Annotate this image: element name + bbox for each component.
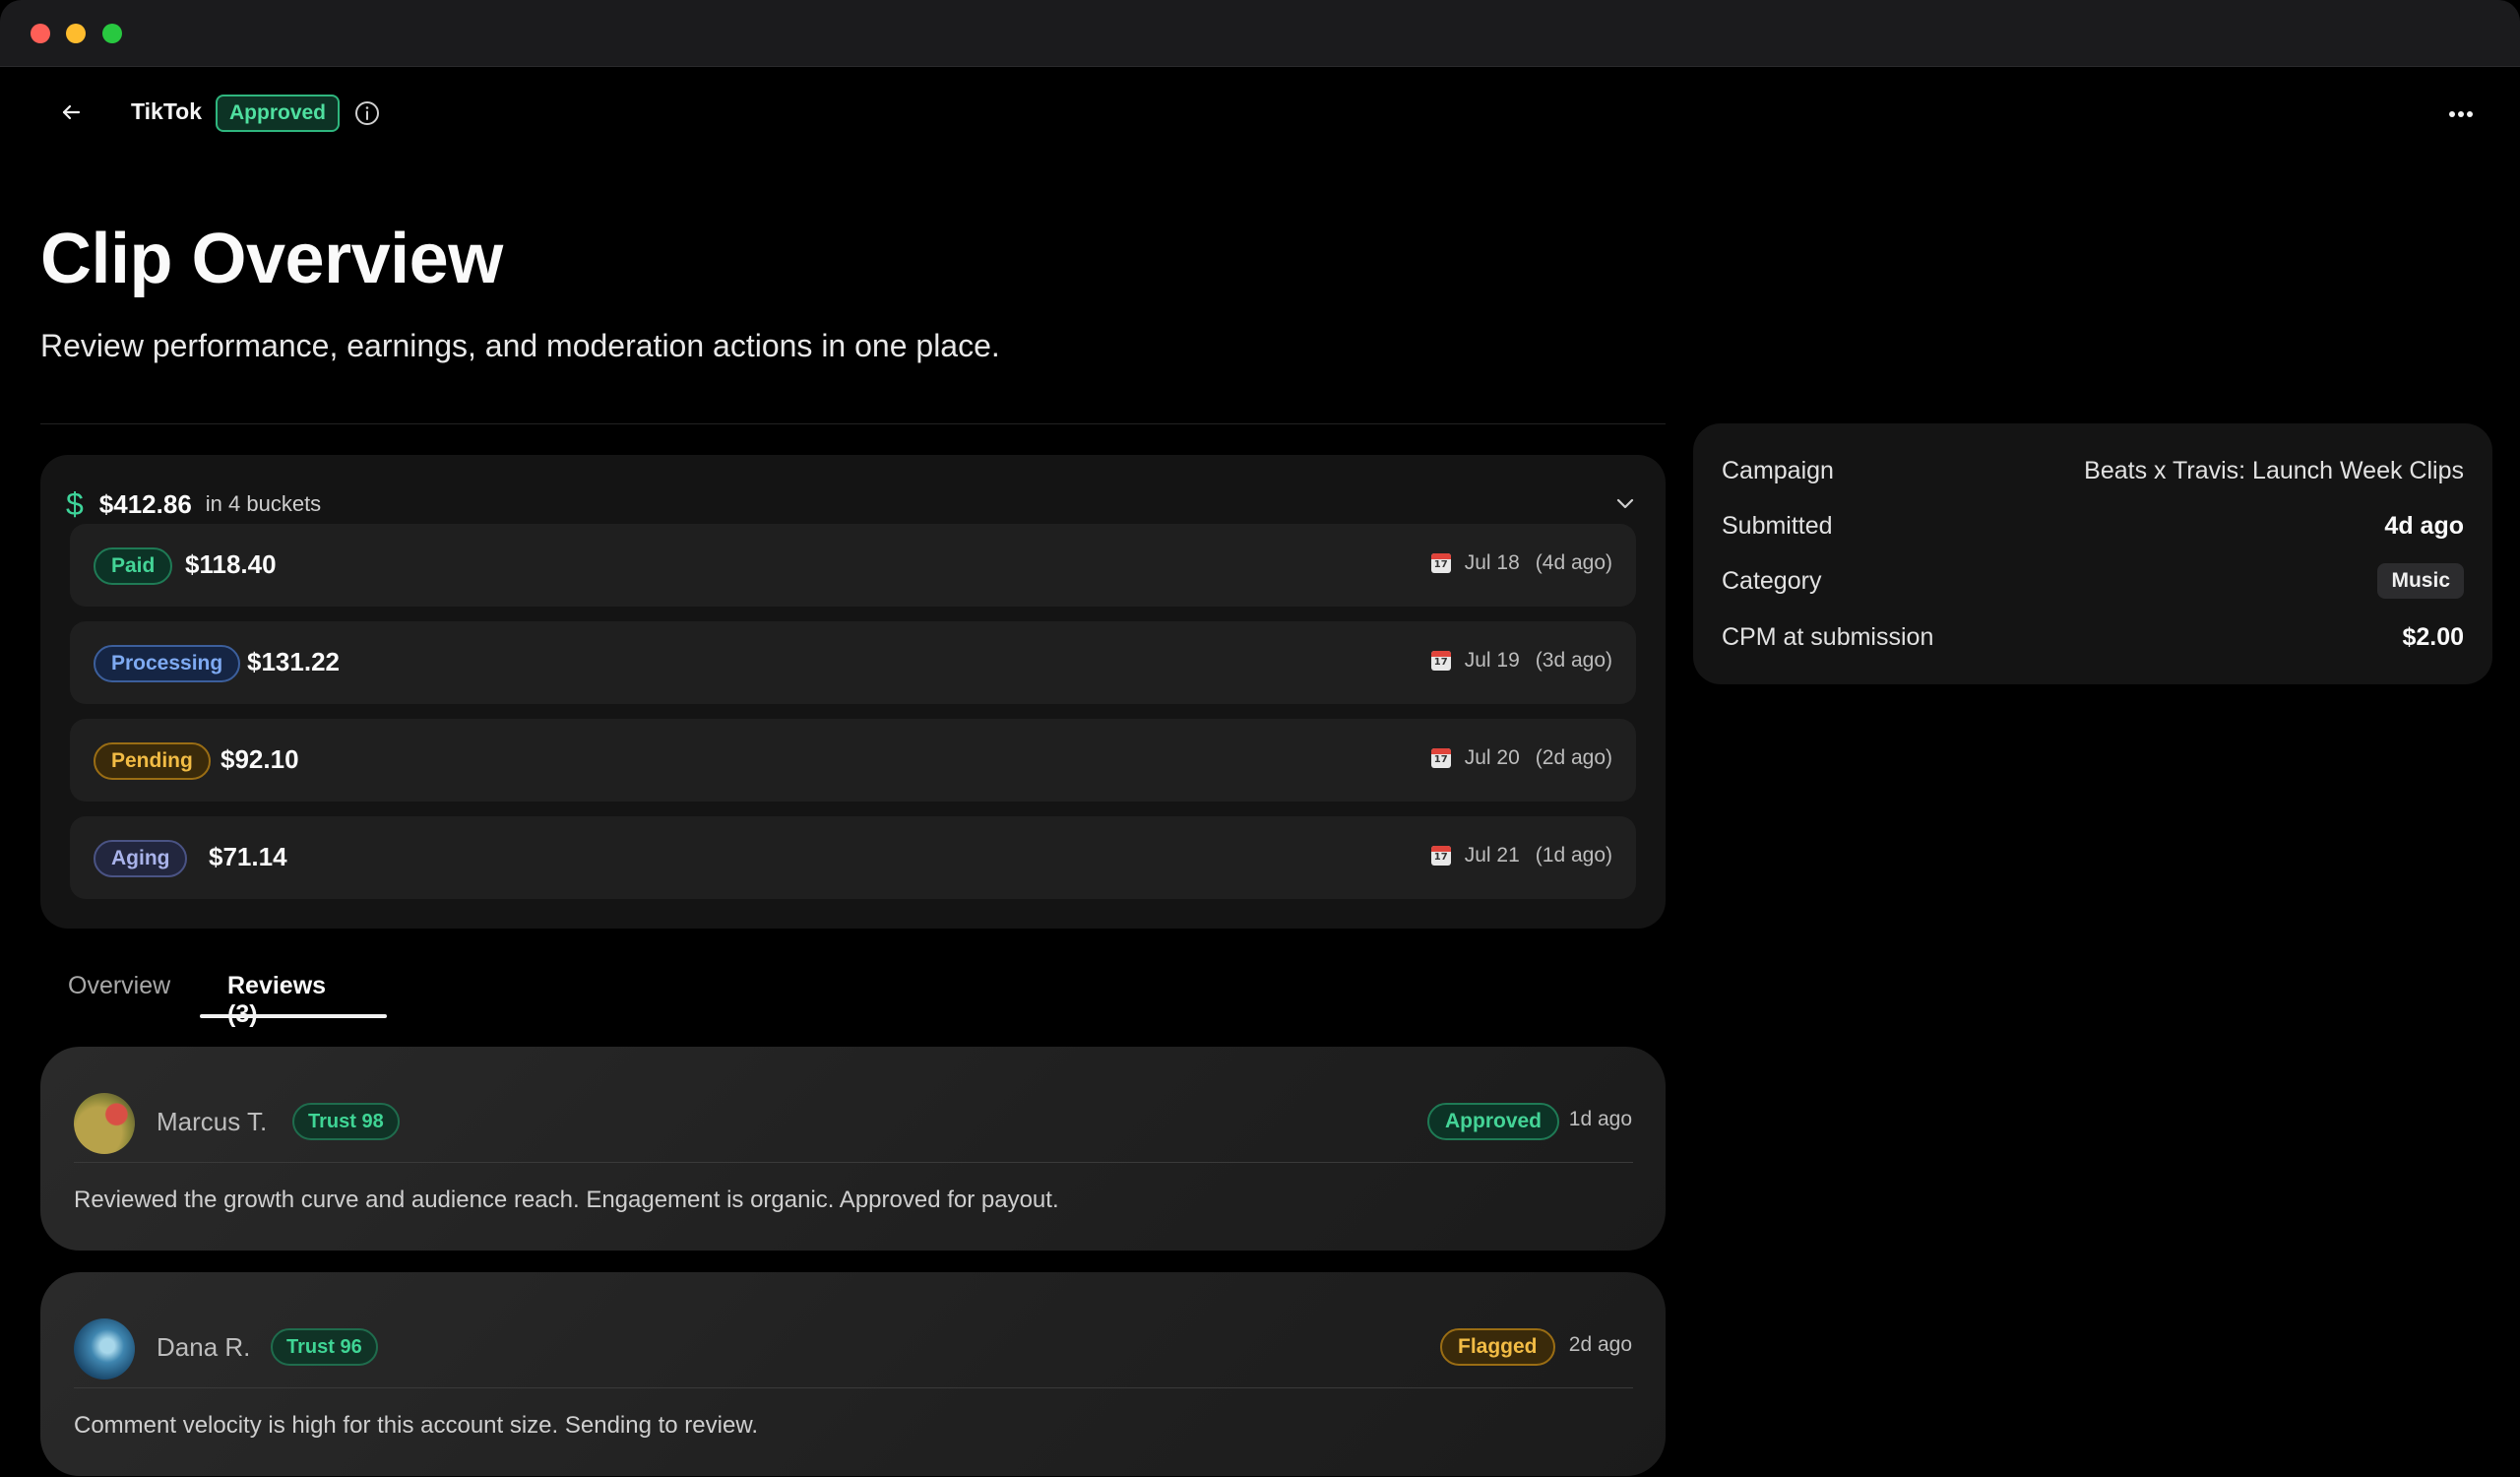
- bucket-status-badge: Aging: [94, 840, 188, 877]
- campaign-value: Beats x Travis: Launch Week Clips: [2084, 456, 2464, 484]
- page-subtitle: Review performance, earnings, and modera…: [40, 328, 1000, 363]
- review-time: 1d ago: [1568, 1108, 1632, 1130]
- earnings-total: $412.86: [98, 488, 192, 519]
- app-window: TikTok Approved Clip Overview Review per…: [0, 0, 2520, 1477]
- clip-details-card: Campaign Beats x Travis: Launch Week Cli…: [1693, 423, 2492, 684]
- detail-row-submitted: Submitted 4d ago: [1722, 506, 2464, 546]
- tab-reviews[interactable]: Reviews (3): [227, 972, 326, 1029]
- bucket-date-value: Jul 19: [1464, 649, 1520, 672]
- detail-row-cpm: CPM at submission $2.00: [1722, 617, 2464, 657]
- submitted-label: Submitted: [1722, 511, 1833, 540]
- bucket-status-badge: Processing: [94, 645, 241, 682]
- payout-bucket-aging[interactable]: Aging $71.14 Jul 21 (1d ago): [70, 816, 1636, 899]
- clip-status-badge: Approved: [216, 95, 341, 132]
- section-divider: [40, 423, 1666, 424]
- submitted-value: 4d ago: [2384, 511, 2464, 540]
- review-comment: Reviewed the growth curve and audience r…: [74, 1187, 1059, 1213]
- info-button[interactable]: [353, 99, 381, 127]
- review-divider: [74, 1387, 1633, 1388]
- payout-bucket-paid[interactable]: Paid $118.40 Jul 18 (4d ago): [70, 524, 1636, 607]
- calendar-icon: [1430, 553, 1451, 573]
- bucket-date: Jul 20 (2d ago): [1430, 746, 1612, 770]
- bucket-date: Jul 21 (1d ago): [1430, 844, 1612, 867]
- detail-row-campaign: Campaign Beats x Travis: Launch Week Cli…: [1722, 451, 2464, 490]
- minimize-window-button[interactable]: [66, 24, 86, 43]
- calendar-icon: [1430, 748, 1451, 768]
- earnings-card: $ $412.86 in 4 buckets Paid $118.40 Jul …: [40, 455, 1666, 929]
- reviewer-name: Marcus T.: [157, 1107, 268, 1136]
- bucket-date: Jul 19 (3d ago): [1430, 649, 1612, 673]
- bucket-date-value: Jul 21: [1464, 844, 1520, 867]
- earnings-buckets-label: in 4 buckets: [205, 491, 322, 516]
- window-titlebar: [0, 0, 2520, 67]
- bucket-date-value: Jul 20: [1464, 746, 1520, 769]
- back-button[interactable]: [55, 96, 87, 128]
- bucket-status-badge: Paid: [94, 547, 173, 585]
- avatar: [74, 1318, 135, 1380]
- tab-overview[interactable]: Overview: [68, 972, 170, 1000]
- review-status-badge: Approved: [1427, 1103, 1560, 1140]
- active-tab-indicator: [200, 1014, 387, 1018]
- category-chip: Music: [2377, 563, 2464, 599]
- bucket-date-relative: (4d ago): [1535, 551, 1612, 574]
- more-options-button[interactable]: [2445, 98, 2477, 130]
- review-card: Dana R. Trust 96 Flagged 2d ago Comment …: [40, 1272, 1666, 1476]
- cpm-value: $2.00: [2402, 622, 2464, 651]
- payout-bucket-processing[interactable]: Processing $131.22 Jul 19 (3d ago): [70, 621, 1636, 704]
- info-icon: [355, 101, 379, 125]
- bucket-date-relative: (1d ago): [1535, 844, 1612, 867]
- cpm-label: CPM at submission: [1722, 622, 1934, 651]
- trust-score-badge: Trust 98: [292, 1103, 400, 1140]
- bucket-date-relative: (2d ago): [1535, 746, 1612, 769]
- review-status-badge: Flagged: [1440, 1328, 1555, 1366]
- review-time: 2d ago: [1568, 1333, 1632, 1356]
- platform-name: TikTok: [131, 98, 202, 124]
- campaign-label: Campaign: [1722, 456, 1834, 484]
- calendar-icon: [1430, 651, 1451, 671]
- reviewer-name: Dana R.: [157, 1332, 251, 1362]
- bucket-amount: $71.14: [209, 842, 287, 871]
- bucket-amount: $118.40: [185, 549, 277, 579]
- collapse-earnings-button[interactable]: [1610, 488, 1640, 518]
- more-horizontal-icon: [2449, 111, 2473, 117]
- chevron-down-icon: [1616, 498, 1634, 509]
- calendar-icon: [1430, 846, 1451, 866]
- payout-bucket-pending[interactable]: Pending $92.10 Jul 20 (2d ago): [70, 719, 1636, 802]
- top-nav: TikTok Approved: [0, 67, 2520, 158]
- trust-score-badge: Trust 96: [271, 1328, 378, 1366]
- detail-row-category: Category Music: [1722, 561, 2464, 601]
- close-window-button[interactable]: [31, 24, 50, 43]
- bucket-status-badge: Pending: [94, 742, 211, 780]
- bucket-date-relative: (3d ago): [1535, 649, 1612, 672]
- dollar-icon: $: [66, 485, 84, 522]
- review-comment: Comment velocity is high for this accoun…: [74, 1412, 758, 1439]
- bucket-date: Jul 18 (4d ago): [1430, 551, 1612, 575]
- zoom-window-button[interactable]: [102, 24, 122, 43]
- bucket-amount: $92.10: [220, 744, 299, 774]
- bucket-amount: $131.22: [247, 647, 340, 676]
- review-divider: [74, 1162, 1633, 1163]
- category-label: Category: [1722, 566, 1822, 595]
- page-title: Clip Overview: [40, 220, 503, 298]
- bucket-date-value: Jul 18: [1464, 551, 1520, 574]
- arrow-left-icon: [62, 104, 81, 120]
- review-card: Marcus T. Trust 98 Approved 1d ago Revie…: [40, 1047, 1666, 1251]
- avatar: [74, 1093, 135, 1154]
